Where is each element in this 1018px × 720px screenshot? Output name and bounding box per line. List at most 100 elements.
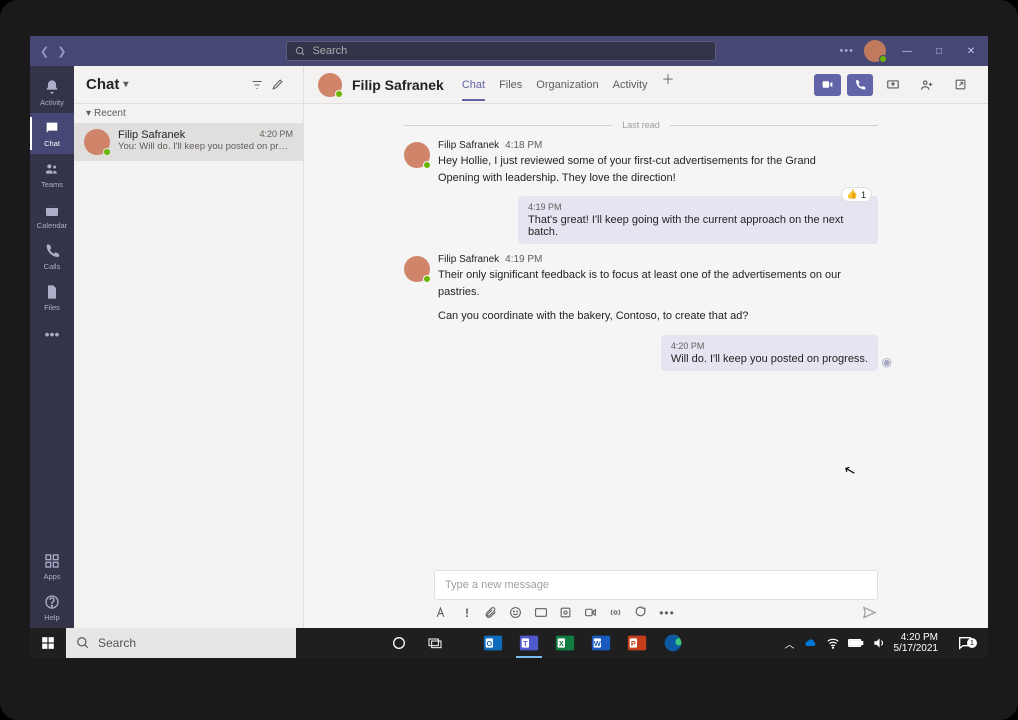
excel-icon[interactable]: X bbox=[548, 628, 582, 658]
taskbar-search-input[interactable]: Search bbox=[66, 628, 296, 658]
word-icon[interactable]: W bbox=[584, 628, 618, 658]
filter-icon[interactable] bbox=[251, 79, 271, 91]
task-view-icon[interactable] bbox=[418, 628, 452, 658]
caret-down-icon: ▾ bbox=[86, 108, 91, 119]
attach-icon[interactable] bbox=[484, 606, 500, 619]
apps-icon bbox=[43, 552, 61, 570]
search-placeholder: Search bbox=[312, 45, 347, 57]
rail-label: Calendar bbox=[37, 221, 67, 230]
nav-back-icon[interactable]: ❮ bbox=[40, 45, 49, 58]
compose-placeholder: Type a new message bbox=[445, 579, 549, 591]
msg-reaction[interactable]: 👍1 bbox=[841, 187, 872, 202]
chat-item-time: 4:20 PM bbox=[259, 129, 293, 141]
chat-list-title: Chat bbox=[86, 76, 119, 93]
volume-icon[interactable] bbox=[872, 636, 886, 650]
battery-icon[interactable] bbox=[848, 637, 864, 649]
chat-list-pane: Chat ▾ ▾ Recent Filip Safranek 4:20 PM Y… bbox=[74, 66, 304, 628]
approvals-icon[interactable] bbox=[634, 606, 650, 619]
contact-name: Filip Safranek bbox=[118, 129, 185, 141]
mouse-cursor-icon: ↖ bbox=[842, 461, 858, 480]
rail-calls[interactable]: Calls bbox=[30, 236, 74, 277]
help-icon bbox=[43, 593, 61, 611]
rail-label: Activity bbox=[40, 98, 64, 107]
rail-help[interactable]: Help bbox=[30, 587, 74, 628]
rail-apps[interactable]: Apps bbox=[30, 546, 74, 587]
rail-teams[interactable]: Teams bbox=[30, 154, 74, 195]
popout-button[interactable] bbox=[947, 74, 974, 96]
nav-forward-icon[interactable]: ❯ bbox=[57, 45, 66, 58]
window-maximize-button[interactable]: □ bbox=[928, 40, 950, 62]
tab-chat[interactable]: Chat bbox=[462, 69, 485, 101]
window-close-button[interactable]: ✕ bbox=[960, 40, 982, 62]
taskbar-clock[interactable]: 4:20 PM 5/17/2021 bbox=[894, 632, 943, 654]
rail-activity[interactable]: Activity bbox=[30, 72, 74, 113]
conversation-avatar[interactable] bbox=[318, 73, 342, 97]
chevron-down-icon[interactable]: ▾ bbox=[123, 79, 128, 90]
gif-icon[interactable] bbox=[534, 606, 550, 619]
screen-share-button[interactable] bbox=[879, 74, 907, 96]
file-icon bbox=[43, 283, 61, 301]
rail-label: Help bbox=[44, 613, 59, 622]
schedule-meeting-icon[interactable] bbox=[584, 606, 600, 619]
bell-icon bbox=[43, 78, 61, 96]
msg-time: 4:20 PM bbox=[671, 341, 868, 351]
message-out[interactable]: 4:20 PM Will do. I'll keep you posted on… bbox=[404, 335, 878, 371]
tab-organization[interactable]: Organization bbox=[536, 69, 598, 101]
cortana-icon[interactable] bbox=[382, 628, 416, 658]
rail-calendar[interactable]: Calendar bbox=[30, 195, 74, 236]
msg-sender: Filip Safranek bbox=[438, 140, 499, 151]
send-button[interactable] bbox=[862, 605, 878, 620]
svg-text:O: O bbox=[487, 639, 493, 648]
add-people-button[interactable] bbox=[913, 74, 941, 96]
tab-activity[interactable]: Activity bbox=[613, 69, 648, 101]
rail-label: Files bbox=[44, 303, 60, 312]
emoji-icon[interactable] bbox=[509, 606, 525, 619]
current-user-avatar[interactable] bbox=[864, 40, 886, 62]
msg-time: 4:19 PM bbox=[505, 254, 542, 265]
message-input[interactable]: Type a new message bbox=[434, 570, 878, 600]
rail-label: Chat bbox=[44, 139, 60, 148]
format-icon[interactable] bbox=[434, 606, 450, 619]
taskbar-search-placeholder: Search bbox=[98, 636, 136, 650]
sticker-icon[interactable] bbox=[559, 606, 575, 619]
msg-text: Will do. I'll keep you posted on progres… bbox=[671, 353, 868, 365]
message-in[interactable]: Filip Safranek4:19 PM Their only signifi… bbox=[404, 254, 878, 325]
more-tools-icon[interactable]: ••• bbox=[659, 606, 675, 620]
msg-text: Hey Hollie, I just reviewed some of your… bbox=[438, 153, 858, 186]
rail-chat[interactable]: Chat bbox=[30, 113, 74, 154]
tab-files[interactable]: Files bbox=[499, 69, 522, 101]
edge-icon[interactable] bbox=[656, 628, 690, 658]
wifi-icon[interactable] bbox=[826, 636, 840, 650]
titlebar-more-icon[interactable]: ••• bbox=[839, 45, 854, 57]
audio-call-button[interactable] bbox=[847, 74, 873, 96]
search-icon bbox=[76, 636, 90, 650]
rail-files[interactable]: Files bbox=[30, 277, 74, 318]
add-tab-button[interactable]: ＋ bbox=[662, 69, 675, 101]
global-search-input[interactable]: Search bbox=[286, 41, 716, 61]
msg-text: Can you coordinate with the bakery, Cont… bbox=[438, 308, 858, 325]
message-out[interactable]: 👍1 4:19 PM That's great! I'll keep going… bbox=[404, 196, 878, 244]
video-call-button[interactable] bbox=[814, 74, 841, 96]
onedrive-icon[interactable] bbox=[803, 636, 818, 651]
chat-list-section[interactable]: ▾ Recent bbox=[74, 104, 303, 123]
powerpoint-icon[interactable]: P bbox=[620, 628, 654, 658]
rail-more-icon[interactable]: ••• bbox=[45, 318, 60, 350]
notification-badge: 1 bbox=[967, 638, 977, 648]
teams-icon[interactable]: T bbox=[512, 628, 546, 658]
start-button[interactable] bbox=[30, 636, 66, 650]
action-center-icon[interactable]: 1 bbox=[950, 635, 980, 651]
rail-label: Calls bbox=[44, 262, 61, 271]
stream-icon[interactable] bbox=[609, 606, 625, 619]
chat-list-item[interactable]: Filip Safranek 4:20 PM You: Will do. I'l… bbox=[74, 123, 303, 161]
window-minimize-button[interactable]: — bbox=[896, 40, 918, 62]
section-label: Recent bbox=[94, 108, 126, 119]
conversation-header: Filip Safranek Chat Files Organization A… bbox=[304, 66, 988, 104]
outlook-icon[interactable]: O bbox=[476, 628, 510, 658]
chat-icon bbox=[43, 119, 61, 137]
new-chat-icon[interactable] bbox=[271, 78, 291, 91]
message-in[interactable]: Filip Safranek4:18 PM Hey Hollie, I just… bbox=[404, 140, 878, 186]
tray-chevron-icon[interactable]: ︿ bbox=[785, 636, 795, 651]
message-list: Last read Filip Safranek4:18 PM Hey Holl… bbox=[304, 104, 988, 564]
rail-label: Apps bbox=[43, 572, 60, 581]
priority-icon[interactable]: ! bbox=[459, 606, 475, 620]
